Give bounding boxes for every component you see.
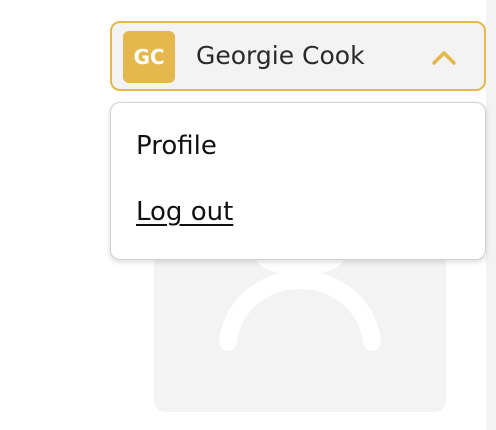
chevron-up-icon[interactable] <box>430 47 458 67</box>
menu-item-log-out[interactable]: Log out <box>136 197 233 227</box>
user-menu-trigger[interactable]: GC Georgie Cook <box>110 21 486 91</box>
background-panel <box>486 0 496 430</box>
user-name: Georgie Cook <box>196 41 365 70</box>
user-dropdown-menu: Profile Log out <box>110 102 486 260</box>
menu-item-profile[interactable]: Profile <box>136 131 217 161</box>
avatar: GC <box>123 31 175 83</box>
